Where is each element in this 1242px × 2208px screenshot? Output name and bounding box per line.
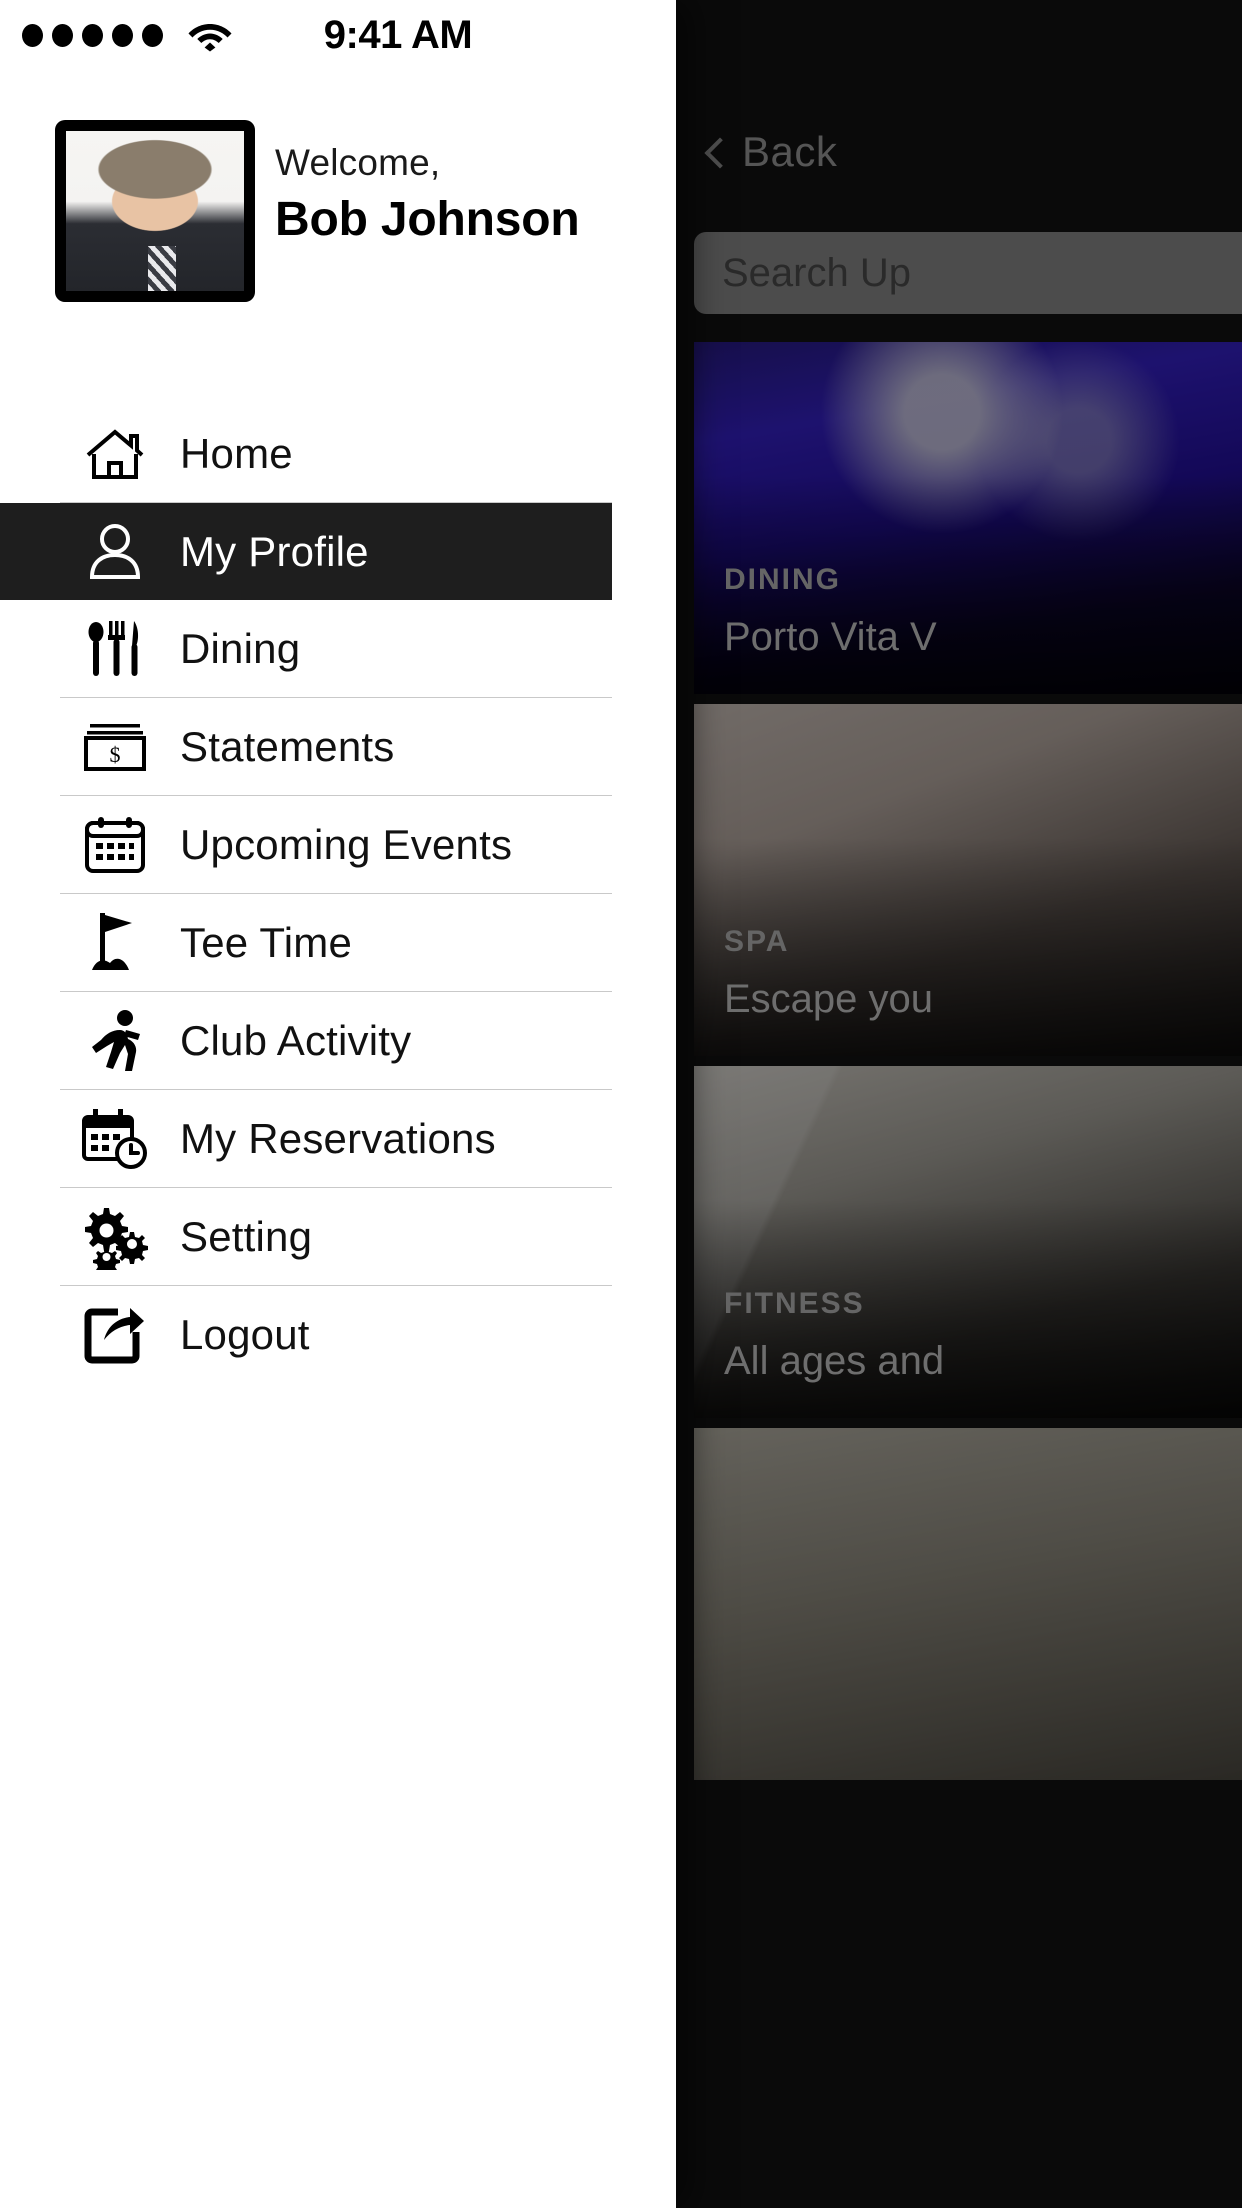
back-button[interactable]: Back: [700, 128, 837, 176]
card-category: FITNESS: [724, 1287, 865, 1320]
welcome-label: Welcome,: [275, 142, 441, 183]
sidebar-item-label: My Reservations: [180, 1114, 496, 1162]
sidebar-item-label: Logout: [180, 1310, 310, 1358]
gears-icon: [78, 1204, 152, 1270]
calendar-icon: [78, 812, 152, 878]
sidebar-item-home[interactable]: Home: [0, 405, 676, 502]
sidebar-item-label: Statements: [180, 722, 395, 770]
card-meta: DINING Porto Vita V: [724, 563, 1242, 660]
profile-header[interactable]: Welcome, Bob Johnson: [0, 120, 676, 320]
sidebar-item-label: Dining: [180, 624, 301, 672]
card-category: DINING: [724, 563, 841, 596]
navigation-drawer: 9:41 AM Welcome, Bob Johnson Home My Pro…: [0, 0, 676, 2208]
back-button-label: Back: [742, 128, 838, 175]
welcome-block: Welcome, Bob Johnson: [275, 142, 580, 247]
sidebar-item-label: My Profile: [180, 527, 369, 575]
sidebar-item-club-activity[interactable]: Club Activity: [0, 992, 676, 1089]
sidebar-item-label: Upcoming Events: [180, 820, 513, 868]
logout-icon: [78, 1302, 152, 1368]
status-bar: 9:41 AM: [0, 0, 676, 70]
avatar-tie: [147, 246, 177, 291]
search-placeholder: Search Up: [722, 250, 911, 295]
card-title: Porto Vita V: [724, 615, 937, 659]
runner-icon: [78, 1008, 152, 1074]
calendar-clock-icon: [78, 1106, 152, 1172]
card-fourth[interactable]: [694, 1428, 1242, 1780]
user-name: Bob Johnson: [275, 193, 580, 246]
card-fitness[interactable]: FITNESS All ages and: [694, 1066, 1242, 1418]
card-category: SPA: [724, 925, 790, 958]
sidebar-item-my-profile[interactable]: My Profile: [0, 503, 612, 600]
golf-flag-icon: [78, 910, 152, 976]
card-meta: FITNESS All ages and: [724, 1287, 1242, 1384]
card-meta: SPA Escape you: [724, 925, 1242, 1022]
svg-text:$: $: [110, 742, 121, 767]
sidebar-item-upcoming-events[interactable]: Upcoming Events: [0, 796, 676, 893]
search-input[interactable]: Search Up: [694, 232, 1242, 314]
sidebar-item-tee-time[interactable]: Tee Time: [0, 894, 676, 991]
card-dining[interactable]: DINING Porto Vita V: [694, 342, 1242, 694]
avatar[interactable]: [55, 120, 255, 302]
money-stack-icon: $: [78, 714, 152, 780]
sidebar-item-label: Club Activity: [180, 1016, 412, 1064]
person-icon: [78, 519, 152, 585]
status-time: 9:41 AM: [323, 12, 473, 57]
card-title: All ages and: [724, 1339, 945, 1383]
sidebar-item-my-reservations[interactable]: My Reservations: [0, 1090, 676, 1187]
chevron-left-icon: [700, 138, 728, 166]
cutlery-icon: [78, 616, 152, 682]
home-icon: [78, 421, 152, 487]
sidebar-item-setting[interactable]: Setting: [0, 1188, 676, 1285]
sidebar-item-label: Tee Time: [180, 918, 352, 966]
drawer-menu: Home My Profile Dining $ Statements Upco…: [0, 405, 676, 1383]
card-photo: [694, 1428, 1242, 1780]
content-inner: Back Search Up DINING Porto Vita V SPA E…: [676, 0, 1242, 2208]
card-title: Escape you: [724, 977, 934, 1021]
sidebar-item-label: Home: [180, 429, 293, 477]
sidebar-item-statements[interactable]: $ Statements: [0, 698, 676, 795]
card-spa[interactable]: SPA Escape you: [694, 704, 1242, 1056]
sidebar-item-logout[interactable]: Logout: [0, 1286, 676, 1383]
sidebar-item-label: Setting: [180, 1212, 313, 1260]
sidebar-item-dining[interactable]: Dining: [0, 600, 676, 697]
